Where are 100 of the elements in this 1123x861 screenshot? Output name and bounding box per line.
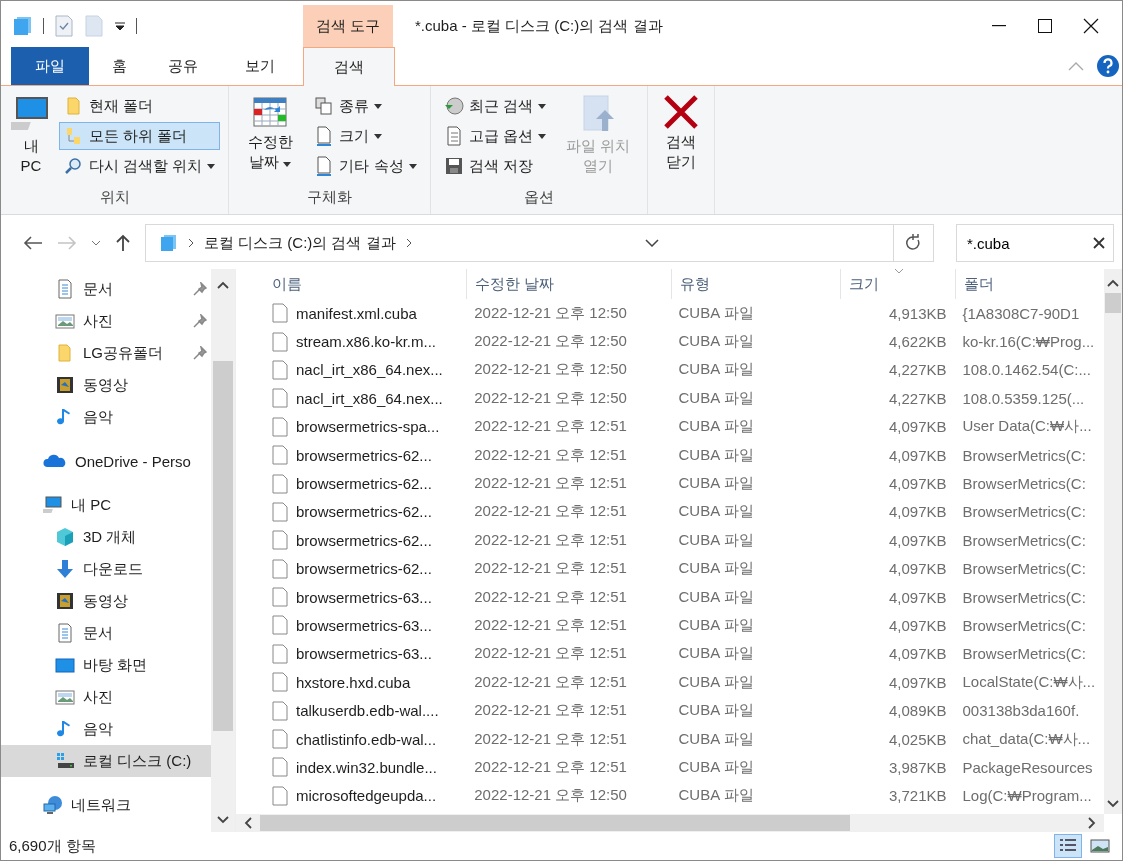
column-header[interactable]: 수정한 날짜	[466, 269, 671, 299]
address-bar[interactable]: 로컬 디스크 (C:)의 검색 결과	[145, 224, 934, 262]
sidebar-item[interactable]: 사진	[1, 681, 211, 713]
file-name-cell[interactable]: nacl_irt_x86_64.nex...	[264, 359, 467, 380]
file-name-cell[interactable]: browsermetrics-63...	[264, 587, 467, 608]
table-cell-text: CUBA 파일	[677, 644, 755, 664]
history-icon	[443, 96, 464, 116]
file-icon	[272, 700, 288, 721]
table-cell-text: 4,097KB	[887, 617, 948, 634]
sidebar-item[interactable]: 바탕 화면	[1, 649, 211, 681]
sidebar-item[interactable]: LG공유폴더	[1, 337, 211, 369]
file-name-cell[interactable]: nacl_irt_x86_64.nex...	[264, 388, 467, 409]
back-icon[interactable]	[23, 235, 43, 251]
file-name-cell[interactable]: browsermetrics-63...	[264, 643, 467, 664]
help-icon[interactable]	[1096, 54, 1120, 78]
file-name-cell[interactable]: browsermetrics-63...	[264, 615, 467, 636]
sidebar-item[interactable]: 다운로드	[1, 553, 211, 585]
ribbon-button[interactable]: 검색 닫기	[655, 92, 706, 173]
ribbon-button[interactable]: 모든 하위 폴더	[59, 122, 221, 150]
file-name-cell[interactable]: talkuserdb.edb-wal....	[264, 700, 467, 721]
properties-icon[interactable]	[54, 15, 74, 37]
file-name-cell[interactable]: browsermetrics-spa...	[264, 416, 467, 437]
close-icon	[662, 94, 699, 130]
column-header[interactable]: 유형	[670, 269, 840, 299]
table-cell-text: LocalState(C:₩사...	[961, 672, 1097, 692]
ribbon-button[interactable]: 다시 검색할 위치	[59, 152, 221, 180]
ribbon-tab[interactable]: 홈	[89, 47, 149, 85]
ribbon-button[interactable]: 크기	[309, 122, 422, 150]
scrollbar-thumb[interactable]	[260, 815, 850, 831]
ribbon-button[interactable]: 현재 폴더	[59, 92, 221, 120]
sidebar-item[interactable]: 로컬 디스크 (C:)	[1, 745, 211, 777]
file-name-cell[interactable]: browsermetrics-62...	[264, 445, 467, 466]
ribbon-button[interactable]: 종류	[309, 92, 422, 120]
drive-icon	[55, 751, 75, 771]
chevron-icon	[188, 238, 194, 248]
scroll-up-icon[interactable]	[217, 281, 229, 289]
clear-icon[interactable]	[1093, 237, 1105, 249]
ribbon-button[interactable]: 수정한 날짜	[237, 92, 304, 173]
ribbon-tab[interactable]: 보기	[216, 47, 303, 85]
table-cell-text: CUBA 파일	[677, 587, 755, 607]
column-header[interactable]: 이름	[264, 269, 467, 299]
sidebar-item[interactable]: 네트워크	[1, 789, 211, 821]
file-icon	[272, 672, 288, 693]
ribbon-tab[interactable]: 공유	[149, 47, 216, 85]
file-name-cell[interactable]: manifest.xml.cuba	[264, 303, 467, 324]
ribbon-button[interactable]: 최근 검색	[438, 92, 551, 120]
file-name-cell[interactable]: stream.x86.ko-kr.m...	[264, 331, 467, 352]
sidebar-item[interactable]: 동영상	[1, 585, 211, 617]
sidebar-item[interactable]: 사진	[1, 305, 211, 337]
table-cell-text: CUBA 파일	[677, 729, 755, 749]
calendar-icon	[252, 94, 289, 130]
column-header[interactable]: 크기	[839, 269, 955, 299]
ribbon-tab[interactable]: 검색	[303, 47, 395, 86]
scrollbar[interactable]	[1104, 269, 1122, 814]
table-cell-text: 2022-12-21 오후 12:51	[473, 587, 628, 607]
recent-locations-icon[interactable]	[91, 239, 101, 247]
address-path: 로컬 디스크 (C:)의 검색 결과	[204, 233, 396, 253]
ribbon-button[interactable]: 고급 옵션	[438, 122, 551, 150]
file-icon	[272, 757, 288, 778]
scrollbar-thumb[interactable]	[213, 361, 233, 731]
ribbon-button[interactable]: 검색 저장	[438, 152, 551, 180]
file-menu-tab[interactable]: 파일	[11, 47, 89, 85]
dropdown-icon[interactable]	[114, 21, 126, 31]
table-cell-text: BrowserMetrics(C:	[961, 503, 1087, 521]
horizontal-scrollbar[interactable]	[236, 814, 1104, 832]
table-cell-text: BrowserMetrics(C:	[961, 475, 1087, 493]
file-name-cell[interactable]: browsermetrics-62...	[264, 501, 467, 522]
scroll-down-icon[interactable]	[217, 816, 229, 824]
sidebar-item[interactable]: OneDrive - Perso	[1, 445, 211, 477]
file-name-cell[interactable]: browsermetrics-62...	[264, 558, 467, 579]
sidebar-item[interactable]: 문서	[1, 617, 211, 649]
table-cell-text: 4,025KB	[887, 730, 948, 748]
scrollbar-thumb[interactable]	[1105, 293, 1121, 313]
file-name-cell[interactable]: browsermetrics-62...	[264, 530, 467, 551]
picture-icon	[55, 311, 75, 331]
file-name-cell[interactable]: index.win32.bundle...	[264, 757, 467, 778]
sidebar-item[interactable]: 음악	[1, 713, 211, 745]
file-name-cell[interactable]: browsermetrics-62...	[264, 473, 467, 494]
table-cell-text: 4,097KB	[887, 503, 948, 521]
sidebar-item[interactable]: 내 PC	[1, 489, 211, 521]
dropdown-icon[interactable]	[645, 239, 660, 247]
file-name-cell[interactable]: hxstore.hxd.cuba	[264, 672, 467, 693]
sidebar-item[interactable]: 동영상	[1, 369, 211, 401]
sidebar-item[interactable]: 3D 개체	[1, 521, 211, 553]
scroll-right-icon[interactable]	[1088, 817, 1096, 829]
file-name-cell[interactable]: chatlistinfo.edb-wal...	[264, 729, 467, 750]
ribbon-button[interactable]: 기타 속성	[309, 152, 422, 180]
details-view-button[interactable]	[1054, 834, 1082, 858]
up-icon[interactable]	[115, 234, 131, 252]
scroll-left-icon[interactable]	[244, 817, 252, 829]
scroll-up-icon[interactable]	[1107, 279, 1119, 287]
search-input[interactable]: *.cuba	[965, 233, 1069, 253]
scrollbar[interactable]	[211, 269, 235, 832]
my-pc-button[interactable]: 내 PC	[9, 92, 53, 177]
sidebar-item[interactable]: 음악	[1, 401, 211, 433]
file-name-cell[interactable]: microsoftedgeupda...	[264, 785, 467, 806]
search-field[interactable]: *.cuba	[956, 224, 1114, 262]
scroll-down-icon[interactable]	[1107, 800, 1119, 808]
sidebar-item[interactable]: 문서	[1, 273, 211, 305]
table-cell-text: 4,097KB	[887, 475, 948, 493]
